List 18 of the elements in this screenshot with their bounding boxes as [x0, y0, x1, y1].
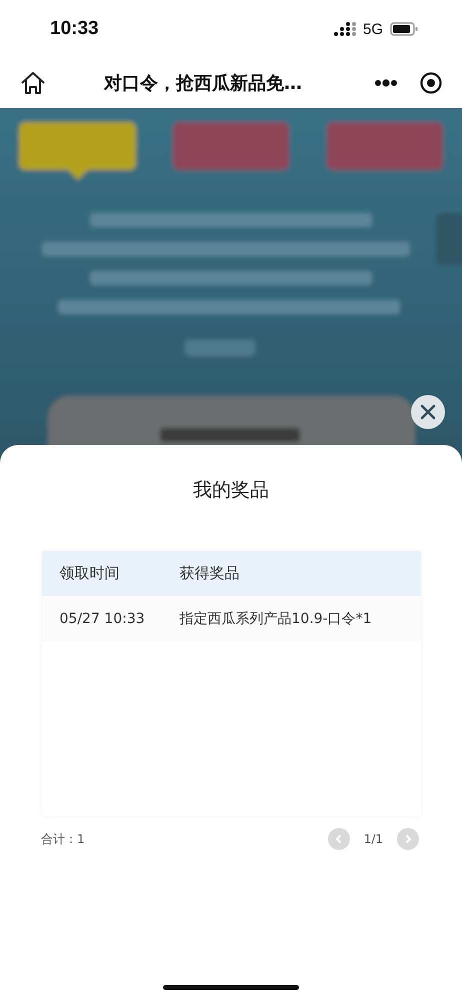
- chevron-left-icon: [334, 834, 344, 844]
- signal-icon: [334, 22, 356, 36]
- chevron-right-icon: [403, 834, 413, 844]
- battery-icon: [390, 22, 418, 36]
- total-count: 合计：1: [41, 830, 85, 848]
- more-icon[interactable]: [374, 79, 398, 87]
- close-miniprogram-icon[interactable]: [420, 72, 442, 94]
- network-label: 5G: [362, 20, 383, 38]
- column-header: 获得奖品: [180, 564, 240, 583]
- status-time: 10:33: [50, 18, 99, 40]
- table-cell-text: 05/27 10:33: [60, 610, 146, 626]
- page-title: 对口令，抢西瓜新品免…: [102, 72, 303, 95]
- close-icon: [420, 404, 436, 420]
- table-cell-text: 指定西瓜系列产品10.9-口令*1: [180, 610, 373, 628]
- page-indicator: 1/1: [364, 832, 383, 846]
- home-icon[interactable]: [20, 71, 46, 95]
- sheet-title: 我的奖品: [193, 478, 269, 503]
- column-header: 领取时间: [60, 564, 120, 583]
